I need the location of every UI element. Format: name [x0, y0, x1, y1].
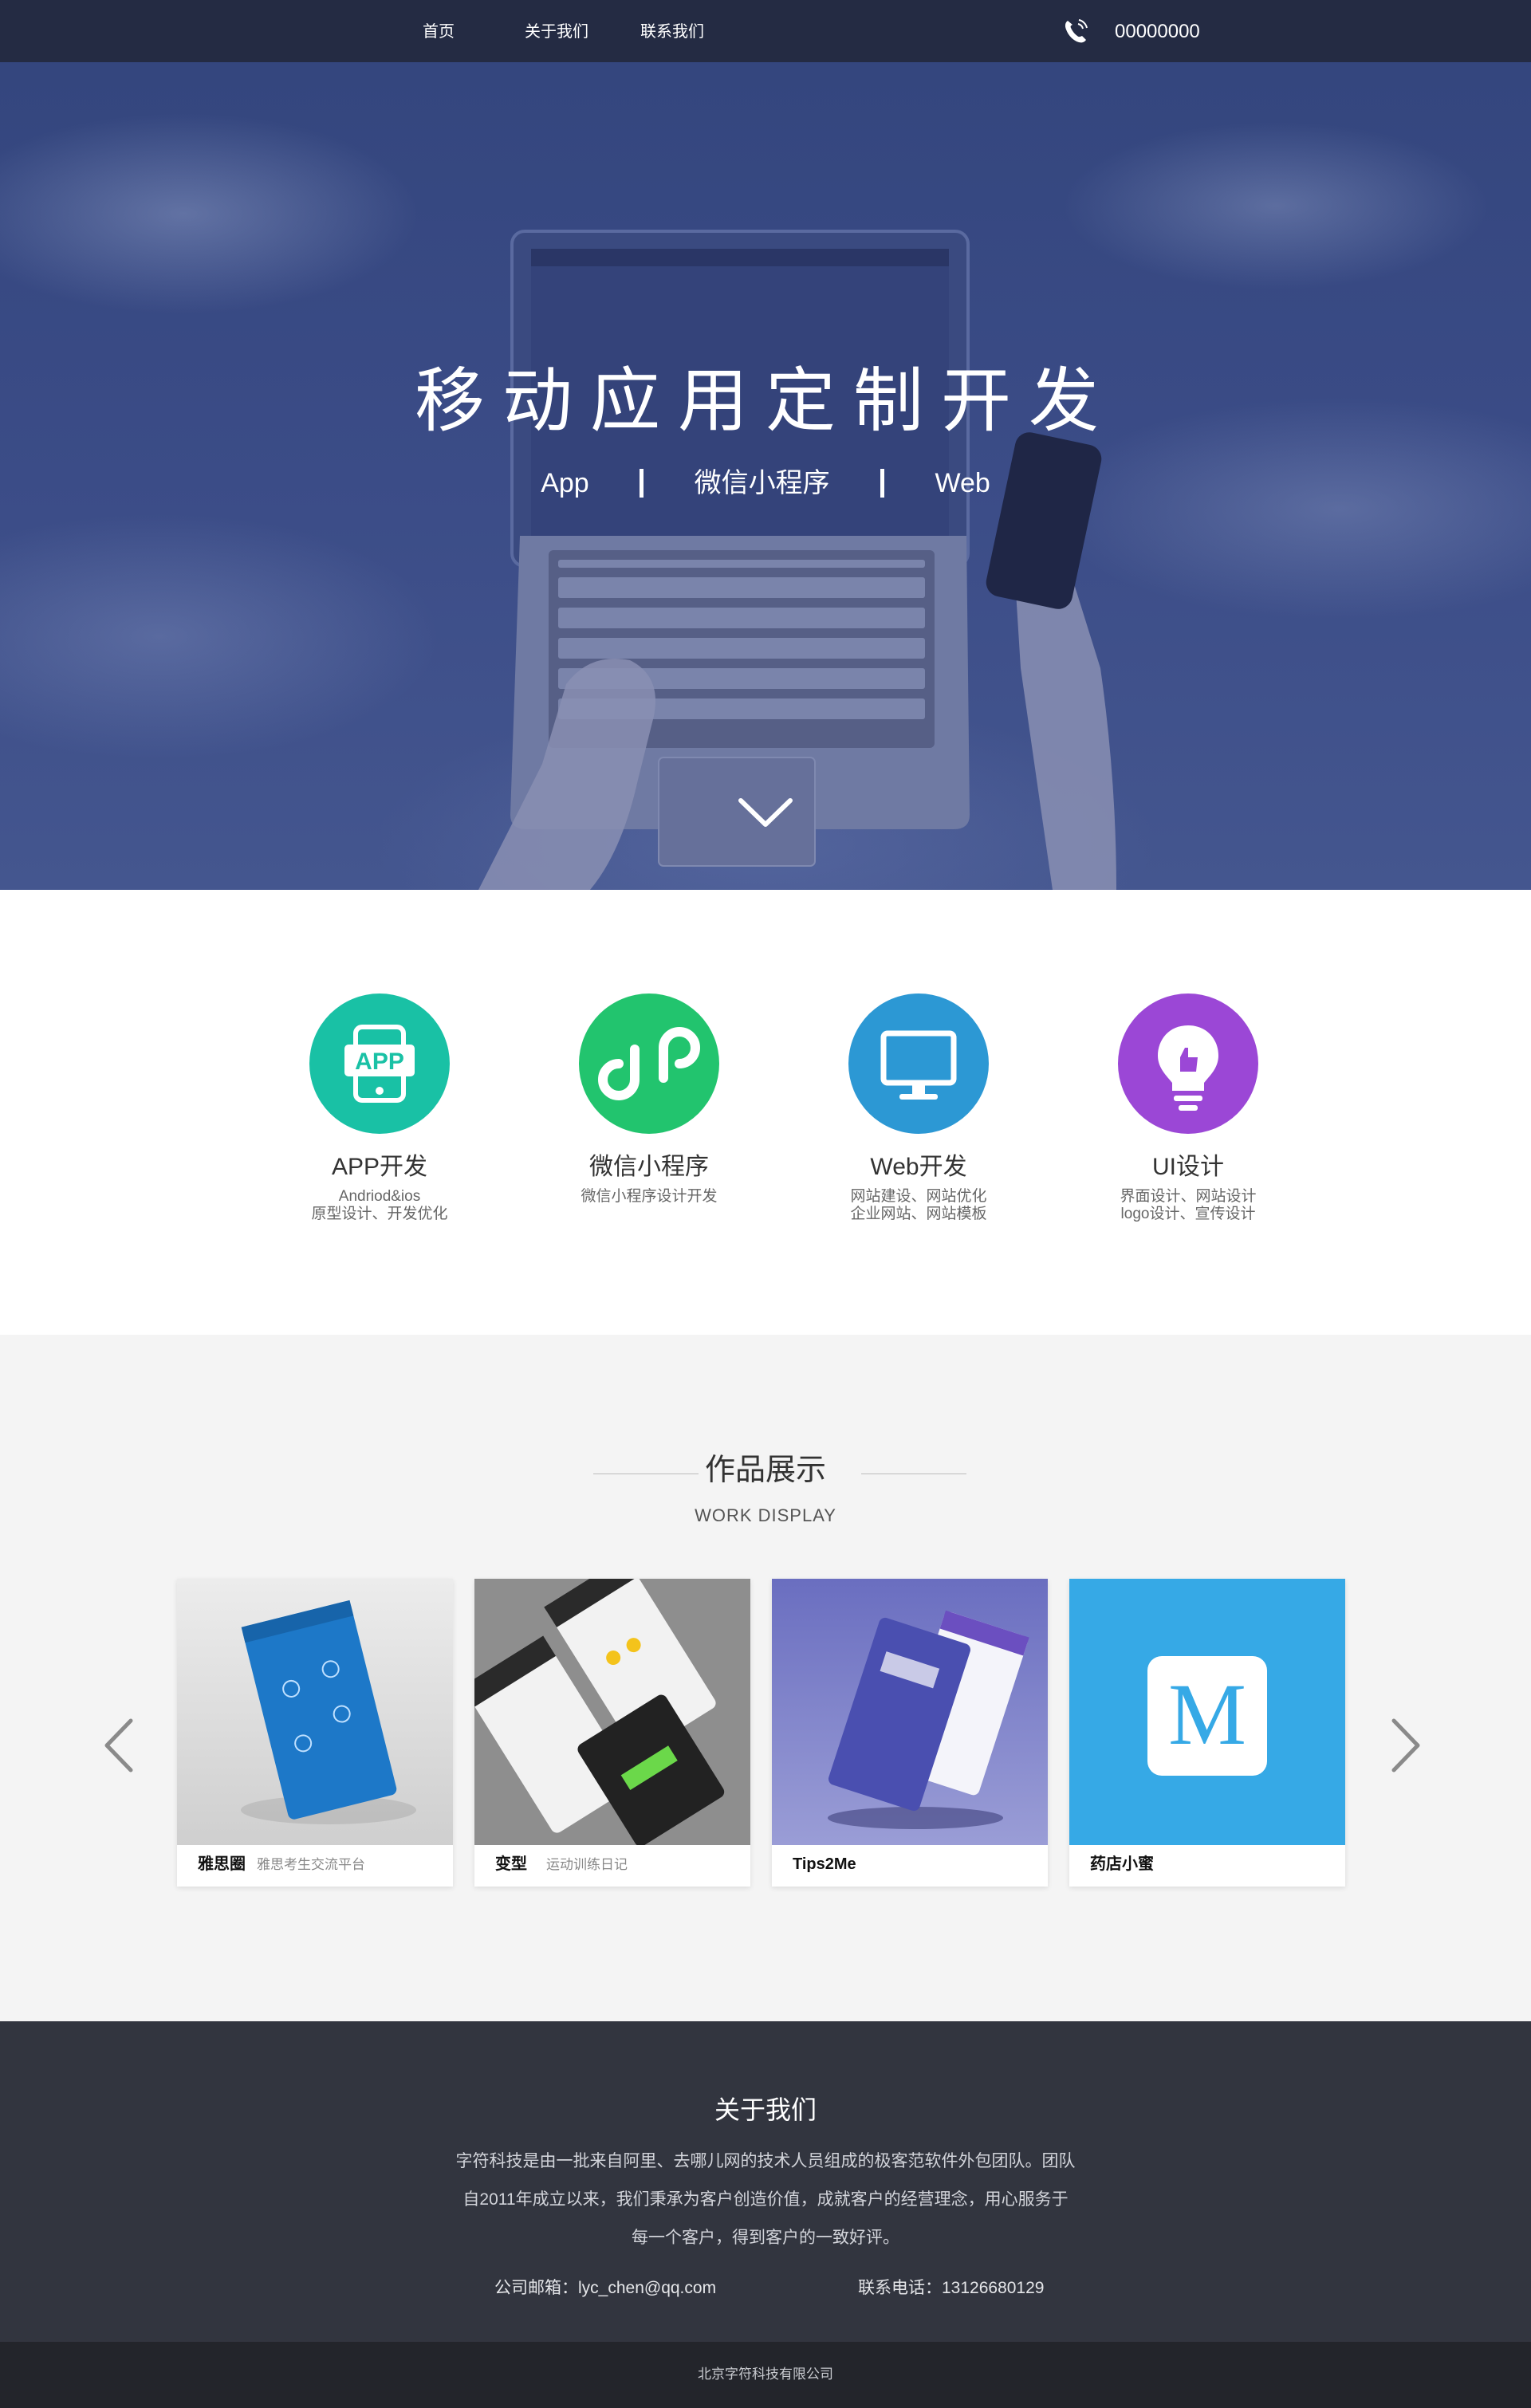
service-desc-line: 企业网站、网站模板 — [850, 1206, 987, 1222]
work-card[interactable]: 变型 运动训练日记 — [474, 1579, 750, 1887]
work-desc: 运动训练日记 — [546, 1857, 628, 1872]
top-nav: 首页 关于我们 联系我们 00000000 — [0, 0, 1531, 62]
footer: 北京字符科技有限公司 — [0, 2342, 1531, 2408]
about-description: 字符科技是由一批来自阿里、去哪儿网的技术人员组成的极客范软件外包团队。团队 自2… — [447, 2142, 1084, 2257]
nav-contact-link[interactable]: 联系我们 — [640, 22, 704, 41]
hero-title: 移动应用定制开发 — [414, 361, 1116, 440]
chevron-down-icon[interactable] — [738, 796, 793, 831]
service-web: Web开发 网站建设、网站优化 企业网站、网站模板 — [799, 993, 1038, 1223]
hero-subtitle-app: App — [541, 468, 589, 499]
service-miniprogram: 微信小程序 微信小程序设计开发 — [529, 993, 769, 1206]
app-icon: APP — [309, 993, 450, 1134]
phone-icon — [1065, 19, 1088, 43]
lightbulb-icon — [1118, 993, 1258, 1134]
hero-subtitle-web: Web — [935, 468, 990, 499]
service-desc-line: 网站建设、网站优化 — [850, 1188, 987, 1205]
nav-about-link[interactable]: 关于我们 — [525, 22, 588, 41]
nav-home-link[interactable]: 首页 — [423, 22, 455, 41]
hero-banner: 移动应用定制开发 App 微信小程序 Web — [0, 62, 1531, 890]
service-desc-line: 微信小程序设计开发 — [581, 1188, 718, 1205]
about-section: 关于我们 字符科技是由一批来自阿里、去哪儿网的技术人员组成的极客范软件外包团队。… — [0, 2021, 1531, 2342]
work-name: 变型 — [495, 1855, 527, 1873]
work-thumbnail — [772, 1579, 1048, 1845]
works-subtitle: WORK DISPLAY — [695, 1505, 836, 1525]
service-desc-line: 界面设计、网站设计 — [1120, 1188, 1257, 1205]
work-desc: 雅思考生交流平台 — [257, 1857, 365, 1872]
nav-phone-number: 00000000 — [1115, 21, 1200, 42]
work-card[interactable]: 雅思圈 雅思考生交流平台 — [177, 1579, 453, 1887]
work-card[interactable]: M 药店小蜜 — [1069, 1579, 1345, 1887]
about-title: 关于我们 — [714, 2095, 817, 2124]
service-desc-line: logo设计、宣传设计 — [1120, 1206, 1256, 1222]
hero-separator — [640, 469, 644, 498]
service-title: APP开发 — [331, 1154, 428, 1180]
company-phone: 联系电话：13126680129 — [858, 2279, 1045, 2297]
about-line: 自2011年成立以来，我们秉承为客户创造价值，成就客户的经营理念，用心服务于 — [462, 2190, 1069, 2209]
monitor-icon — [848, 993, 989, 1134]
service-ui: UI设计 界面设计、网站设计 logo设计、宣传设计 — [1069, 993, 1308, 1223]
work-name: Tips2Me — [793, 1855, 856, 1873]
hero-subtitle: App 微信小程序 Web — [0, 466, 1531, 499]
work-thumbnail: M — [1069, 1579, 1345, 1845]
service-desc-line: Andriod&ios — [338, 1188, 421, 1205]
service-title: UI设计 — [1152, 1154, 1224, 1180]
work-thumbnail — [474, 1579, 750, 1845]
service-desc-line: 原型设计、开发优化 — [311, 1206, 448, 1222]
service-title: Web开发 — [870, 1154, 967, 1180]
works-section: 作品展示 WORK DISPLAY 雅思圈 雅思考生交流平台 变型 运动训练日记… — [0, 1335, 1531, 2021]
chevron-left-icon[interactable] — [100, 1717, 136, 1773]
hero-subtitle-miniprogram: 微信小程序 — [694, 468, 830, 499]
work-name: 药店小蜜 — [1090, 1855, 1154, 1873]
footer-company: 北京字符科技有限公司 — [698, 2367, 833, 2382]
work-card[interactable]: Tips2Me — [772, 1579, 1048, 1887]
hero-separator — [880, 469, 885, 498]
service-app: APP APP开发 Andriod&ios 原型设计、开发优化 — [260, 993, 499, 1223]
miniprogram-icon — [579, 993, 719, 1134]
about-line: 字符科技是由一批来自阿里、去哪儿网的技术人员组成的极客范软件外包团队。团队 — [455, 2152, 1076, 2170]
service-title: 微信小程序 — [589, 1154, 709, 1180]
work-name: 雅思圈 — [198, 1855, 246, 1873]
about-line: 每一个客户，得到客户的一致好评。 — [632, 2229, 899, 2247]
app-logo-letter: M — [1168, 1666, 1246, 1763]
services-section: APP APP开发 Andriod&ios 原型设计、开发优化 微信小程序 微信… — [0, 890, 1531, 1335]
works-title: 作品展示 — [704, 1454, 826, 1487]
svg-text:APP: APP — [355, 1049, 404, 1075]
work-thumbnail — [177, 1579, 453, 1845]
chevron-right-icon[interactable] — [1389, 1717, 1424, 1773]
company-email[interactable]: 公司邮箱：lyc_chen@qq.com — [494, 2278, 716, 2299]
